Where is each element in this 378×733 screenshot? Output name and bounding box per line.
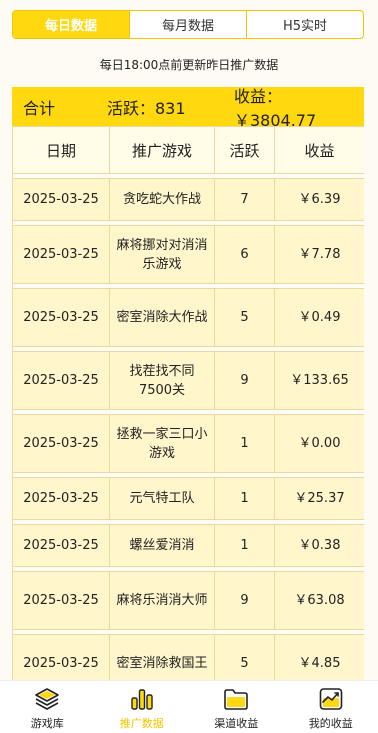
tab-h5-realtime[interactable]: H5实时: [246, 11, 363, 38]
header-income: 收益: [274, 126, 364, 174]
nav-label: 游戏库: [30, 717, 64, 730]
nav-label: 渠道收益: [214, 717, 259, 730]
folder-icon: [224, 689, 249, 710]
cell-game: 元气特工队: [109, 477, 215, 520]
cell-date: 2025-03-25: [12, 634, 110, 680]
nav-item-promotion-data[interactable]: 推广数据: [95, 681, 190, 733]
cell-game: 拯救一家三口小游戏: [109, 414, 215, 473]
bottom-nav: 游戏库 推广数据 渠道收益 我的收益: [0, 680, 378, 733]
cell-active: 7: [214, 178, 275, 221]
promotion-table-container[interactable]: 日期 推广游戏 活跃 收益 2025-03-25 贪吃蛇大作战 7 ￥6.39 …: [12, 126, 364, 680]
cell-game: 贪吃蛇大作战: [109, 178, 215, 221]
cell-active: 5: [214, 288, 275, 347]
nav-item-channel-income[interactable]: 渠道收益: [189, 681, 284, 733]
nav-item-game-library[interactable]: 游戏库: [0, 681, 95, 733]
cell-date: 2025-03-25: [12, 351, 110, 410]
cell-date: 2025-03-25: [12, 414, 110, 473]
summary-active-total: 活跃：831: [107, 98, 186, 118]
promotion-table: 日期 推广游戏 活跃 收益 2025-03-25 贪吃蛇大作战 7 ￥6.39 …: [12, 126, 364, 680]
cell-active: 9: [214, 351, 275, 410]
cell-active: 1: [214, 414, 275, 473]
header-date: 日期: [12, 126, 110, 174]
table-row: 2025-03-25 拯救一家三口小游戏 1 ￥0.00: [12, 414, 364, 473]
cell-income: ￥6.39: [274, 178, 364, 221]
cell-income: ￥0.49: [274, 288, 364, 347]
table-row: 2025-03-25 麻将乐消消大师 9 ￥63.08: [12, 571, 364, 630]
cell-date: 2025-03-25: [12, 225, 110, 284]
layers-icon: [35, 688, 60, 710]
summary-bar: 合计 活跃：831 收益：￥3804.77: [12, 87, 364, 130]
cell-active: 1: [214, 524, 275, 567]
table-row: 2025-03-25 密室消除大作战 5 ￥0.49: [12, 288, 364, 347]
cell-income: ￥7.78: [274, 225, 364, 284]
cell-income: ￥0.38: [274, 524, 364, 567]
table-row: 2025-03-25 元气特工队 1 ￥25.37: [12, 477, 364, 520]
cell-income: ￥25.37: [274, 477, 364, 520]
summary-label: 合计: [23, 98, 56, 118]
tab-daily-data[interactable]: 每日数据: [13, 11, 129, 38]
cell-date: 2025-03-25: [12, 524, 110, 567]
cell-date: 2025-03-25: [12, 288, 110, 347]
cell-income: ￥0.00: [274, 414, 364, 473]
cell-game: 找茬找不同7500关: [109, 351, 215, 410]
table-row: 2025-03-25 螺丝爱消消 1 ￥0.38: [12, 524, 364, 567]
cell-active: 9: [214, 571, 275, 630]
data-period-tabs: 每日数据 每月数据 H5实时: [12, 10, 364, 39]
table-row: 2025-03-25 密室消除救国王 5 ￥4.85: [12, 634, 364, 680]
cell-income: ￥63.08: [274, 571, 364, 630]
nav-label: 推广数据: [119, 717, 164, 730]
table-row: 2025-03-25 找茬找不同7500关 9 ￥133.65: [12, 351, 364, 410]
nav-item-my-income[interactable]: 我的收益: [284, 681, 378, 733]
cell-income: ￥133.65: [274, 351, 364, 410]
cell-date: 2025-03-25: [12, 571, 110, 630]
tab-monthly-data[interactable]: 每月数据: [129, 11, 246, 38]
cell-game: 密室消除救国王: [109, 634, 215, 680]
nav-label: 我的收益: [308, 717, 353, 730]
table-row: 2025-03-25 贪吃蛇大作战 7 ￥6.39: [12, 178, 364, 221]
cell-game: 螺丝爱消消: [109, 524, 215, 567]
cell-income: ￥4.85: [274, 634, 364, 680]
header-game: 推广游戏: [109, 126, 215, 174]
cell-game: 密室消除大作战: [109, 288, 215, 347]
table-header-row: 日期 推广游戏 活跃 收益: [12, 126, 364, 174]
cell-game: 麻将乐消消大师: [109, 571, 215, 630]
bar-chart-icon: [131, 689, 153, 710]
cell-date: 2025-03-25: [12, 178, 110, 221]
cell-active: 6: [214, 225, 275, 284]
trend-chart-icon: [319, 688, 343, 710]
table-row: 2025-03-25 麻将挪对对消消乐游戏 6 ￥7.78: [12, 225, 364, 284]
cell-active: 1: [214, 477, 275, 520]
update-notice: 每日18:00点前更新昨日推广数据: [99, 58, 279, 72]
cell-active: 5: [214, 634, 275, 680]
cell-game: 麻将挪对对消消乐游戏: [109, 225, 215, 284]
summary-income-total: 收益：￥3804.77: [234, 86, 317, 130]
cell-date: 2025-03-25: [12, 477, 110, 520]
header-active: 活跃: [214, 126, 275, 174]
